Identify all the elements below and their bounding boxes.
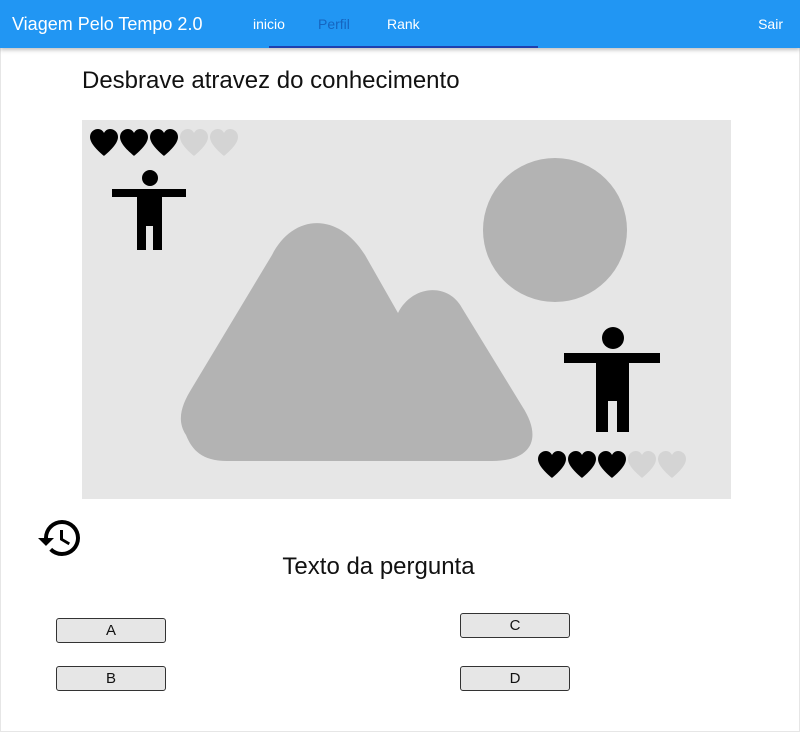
player-person-icon bbox=[112, 170, 186, 250]
answer-a-button[interactable]: A bbox=[56, 618, 166, 643]
heart-full-icon bbox=[90, 129, 118, 156]
sun-shape bbox=[483, 158, 627, 302]
page-heading: Desbrave atravez do conhecimento bbox=[82, 67, 460, 94]
logout-link[interactable]: Sair bbox=[758, 16, 783, 32]
heart-empty-icon bbox=[180, 129, 208, 156]
nav-tab-perfil[interactable]: Perfil bbox=[318, 16, 350, 32]
app-title: Viagem Pelo Tempo 2.0 bbox=[12, 14, 203, 34]
heart-full-icon bbox=[120, 129, 148, 156]
heart-full-icon bbox=[568, 451, 596, 478]
heart-full-icon bbox=[150, 129, 178, 156]
answer-b-button[interactable]: B bbox=[56, 666, 166, 691]
game-scene bbox=[82, 120, 731, 499]
question-text: Texto da pergunta bbox=[282, 553, 475, 580]
heart-full-icon bbox=[598, 451, 626, 478]
nav-tab-rank[interactable]: Rank bbox=[387, 16, 420, 32]
nav-tab-inicio[interactable]: inicio bbox=[253, 16, 285, 32]
player-hearts bbox=[89, 128, 239, 158]
app-bar: Viagem Pelo Tempo 2.0 inicio Perfil Rank… bbox=[0, 0, 800, 48]
opponent-person-icon bbox=[564, 327, 660, 432]
mountain-shape bbox=[180, 223, 533, 461]
heart-full-icon bbox=[538, 451, 566, 478]
answer-d-button[interactable]: D bbox=[460, 666, 570, 691]
answer-c-button[interactable]: C bbox=[460, 613, 570, 638]
heart-empty-icon bbox=[628, 451, 656, 478]
heart-empty-icon bbox=[210, 129, 238, 156]
nav-active-indicator bbox=[269, 46, 538, 48]
heart-empty-icon bbox=[658, 451, 686, 478]
opponent-hearts bbox=[537, 450, 687, 480]
